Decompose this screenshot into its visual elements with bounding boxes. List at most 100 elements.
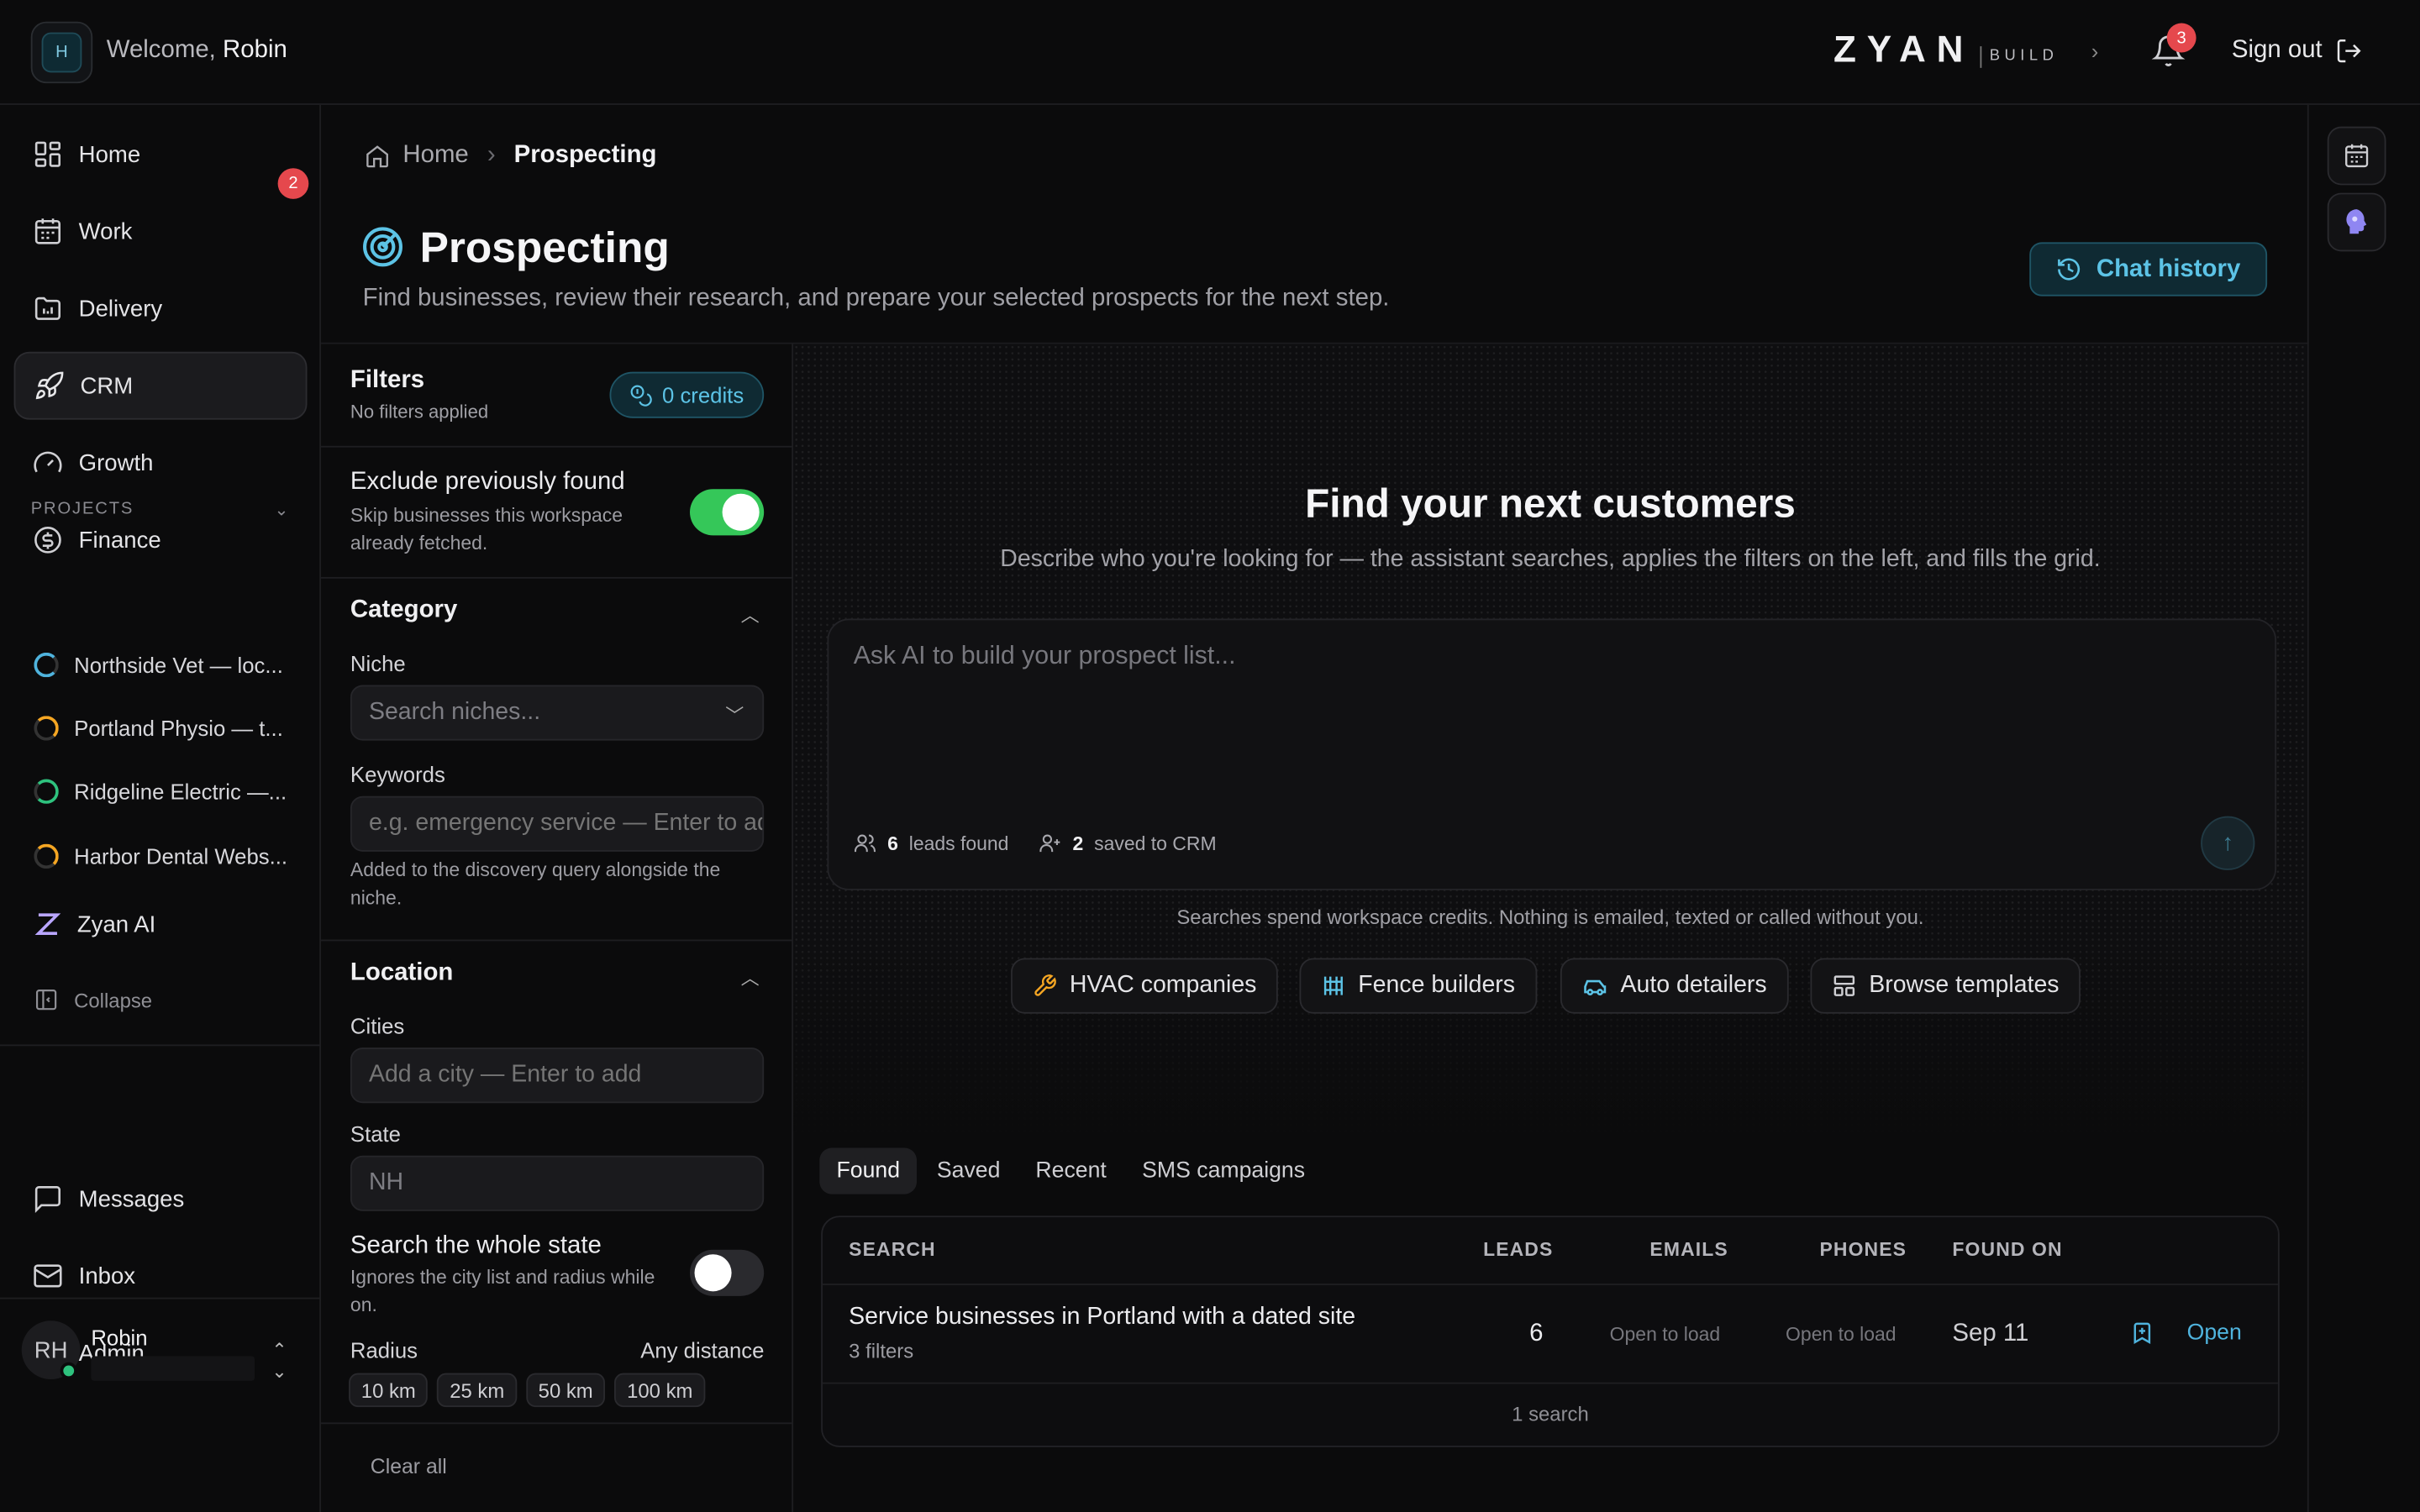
exclude-previously-found-toggle[interactable] <box>690 489 765 536</box>
progress-ring-icon <box>34 843 59 869</box>
quick-prompt-label: Auto detailers <box>1620 972 1767 999</box>
coins-icon <box>630 384 652 406</box>
progress-ring-icon <box>34 779 59 804</box>
radius-option-100[interactable]: 100 km <box>614 1373 706 1408</box>
tab-sms-campaigns[interactable]: SMS campaigns <box>1125 1148 1322 1194</box>
state-input[interactable]: NH <box>350 1155 765 1211</box>
fence-icon <box>1323 976 1343 995</box>
project-item[interactable]: Harbor Dental Webs... <box>34 841 296 872</box>
radius-value: Any distance <box>640 1337 765 1362</box>
column-header-emails[interactable]: EMAILS <box>1649 1239 1728 1261</box>
sidebar-item-label: Messages <box>78 1185 185 1212</box>
saved-crm-stat: 2 saved to CRM <box>1039 832 1217 855</box>
quick-prompt-label: Browse templates <box>1869 972 2060 999</box>
keywords-input[interactable] <box>350 795 765 852</box>
quick-prompt-fence[interactable]: Fence builders <box>1299 958 1537 1014</box>
workspace-avatar[interactable]: H <box>30 21 93 84</box>
state-label: State <box>350 1121 401 1147</box>
sidebar-item-home[interactable]: Home <box>14 120 308 188</box>
location-heading[interactable]: Location <box>350 959 453 987</box>
collapse-sidebar-button[interactable]: Collapse <box>34 987 152 1011</box>
user-email-redacted <box>91 1356 255 1381</box>
send-button[interactable]: ↑ <box>2201 816 2255 870</box>
search-whole-state-toggle[interactable] <box>690 1249 765 1296</box>
chevron-right-icon[interactable]: › <box>2091 39 2099 63</box>
chat-history-button[interactable]: Chat history <box>2029 242 2268 297</box>
divider <box>321 576 794 579</box>
tab-found[interactable]: Found <box>819 1147 918 1194</box>
ai-prompt-input[interactable]: Ask AI to build your prospect list... <box>854 642 1236 671</box>
column-header-leads[interactable]: LEADS <box>1483 1239 1553 1261</box>
tab-saved[interactable]: Saved <box>920 1148 1018 1194</box>
sidebar-item-label: Inbox <box>78 1263 136 1289</box>
saved-count: 2 <box>1072 832 1084 854</box>
chevron-up-icon[interactable]: ︿ <box>741 601 760 627</box>
projects-heading[interactable]: PROJECTS ⌄ <box>31 500 291 520</box>
radius-option-10[interactable]: 10 km <box>349 1373 429 1408</box>
template-icon <box>1833 975 1855 996</box>
niche-select[interactable]: Search niches... ﹀ <box>350 685 765 741</box>
cities-label: Cities <box>350 1013 405 1039</box>
quick-prompt-hvac[interactable]: HVAC companies <box>1011 958 1279 1014</box>
sidebar-item-delivery[interactable]: Delivery <box>14 275 308 343</box>
project-item[interactable]: Ridgeline Electric —... <box>34 776 296 807</box>
breadcrumb-home[interactable]: Home <box>402 142 468 170</box>
credits-badge[interactable]: 0 credits <box>609 371 765 418</box>
breadcrumb-current: Prospecting <box>513 141 657 169</box>
search-name-cell[interactable]: Service businesses in Portland with a da… <box>849 1304 1355 1331</box>
clear-all-button[interactable]: Clear all <box>371 1455 447 1478</box>
radius-option-25[interactable]: 25 km <box>437 1373 517 1408</box>
zyan-ai-link[interactable]: Zyan AI <box>34 911 155 938</box>
leads-cell: 6 <box>1529 1320 1544 1347</box>
sidebar-item-work[interactable]: Work <box>14 197 308 265</box>
chevron-down-icon: ⌄ <box>274 501 291 520</box>
wrench-icon <box>1034 974 1056 996</box>
welcome-user-name: Robin <box>223 37 287 64</box>
filters-status: No filters applied <box>350 401 489 423</box>
sidebar-item-label: Delivery <box>78 295 163 322</box>
keywords-help: Added to the discovery query alongside t… <box>350 859 721 909</box>
sidebar-item-growth[interactable]: Growth <box>14 429 308 497</box>
project-item[interactable]: Portland Physio — t... <box>34 713 296 744</box>
quick-prompt-auto[interactable]: Auto detailers <box>1560 958 1789 1014</box>
column-header-phones[interactable]: PHONES <box>1819 1239 1907 1261</box>
toggle-knob <box>722 493 760 531</box>
workspace-avatar-letter: H <box>41 32 82 73</box>
radius-option-50[interactable]: 50 km <box>525 1373 606 1408</box>
sidebar-item-inbox[interactable]: Inbox <box>14 1242 308 1310</box>
dollar-icon <box>34 527 61 554</box>
brand-logo[interactable]: ZYAN BUILD <box>1833 30 2058 71</box>
project-label: Northside Vet — loc... <box>74 652 283 678</box>
notification-badge: 3 <box>2166 23 2196 53</box>
chevron-up-down-icon[interactable]: ⌃ ⌄ <box>271 1339 287 1382</box>
quick-prompt-label: Fence builders <box>1358 972 1516 999</box>
cities-input[interactable] <box>350 1047 765 1104</box>
calendar-icon <box>2345 144 2369 168</box>
column-header-found-on[interactable]: FOUND ON <box>1952 1239 2062 1261</box>
chat-history-label: Chat history <box>2096 255 2241 282</box>
category-heading[interactable]: Category <box>350 597 457 625</box>
collapse-label: Collapse <box>74 988 153 1011</box>
column-header-search[interactable]: SEARCH <box>849 1239 936 1261</box>
browse-templates-button[interactable]: Browse templates <box>1810 958 2081 1014</box>
ai-assistant-rail-button[interactable] <box>2327 192 2386 252</box>
sidebar-item-messages[interactable]: Messages <box>14 1165 308 1233</box>
open-search-button[interactable]: Open <box>2187 1320 2242 1345</box>
saved-label: saved to CRM <box>1094 832 1217 854</box>
radius-options: 10 km 25 km 50 km 100 km <box>349 1373 706 1408</box>
hero-fade <box>793 926 2307 1131</box>
progress-ring-icon <box>34 652 59 678</box>
project-item[interactable]: Northside Vet — loc... <box>34 649 296 680</box>
home-icon[interactable] <box>364 143 390 169</box>
progress-ring-icon <box>34 716 59 741</box>
sidebar-divider <box>0 1297 322 1299</box>
bookmark-icon[interactable] <box>2130 1320 2154 1345</box>
project-label: Ridgeline Electric —... <box>74 779 287 804</box>
sign-out-button[interactable]: Sign out <box>2232 37 2363 65</box>
sidebar-item-label: Work <box>78 218 133 245</box>
sidebar-item-crm[interactable]: CRM <box>13 351 308 420</box>
calendar-rail-button[interactable] <box>2327 126 2386 186</box>
chevron-up-icon[interactable]: ︿ <box>741 964 760 990</box>
project-label: Portland Physio — t... <box>74 716 283 741</box>
tab-recent[interactable]: Recent <box>1018 1148 1123 1194</box>
